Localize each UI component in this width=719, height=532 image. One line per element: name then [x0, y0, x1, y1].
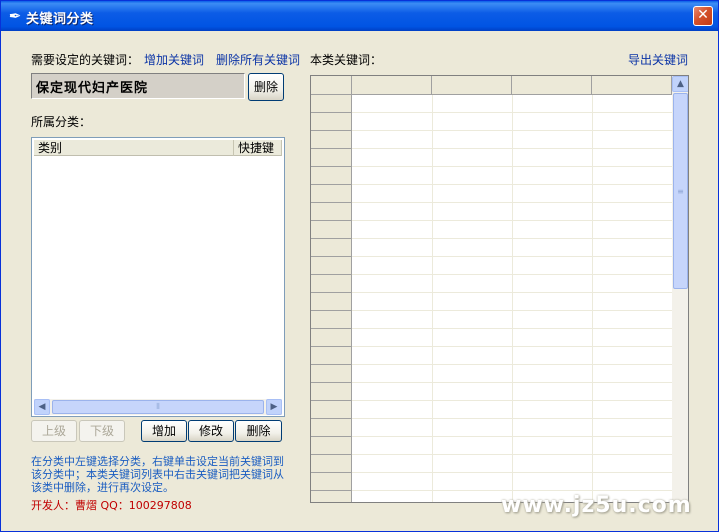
- category-label: 所属分类：: [31, 115, 92, 129]
- grid-corner-header: [311, 76, 352, 95]
- grid-row-header[interactable]: [311, 401, 352, 419]
- current-keyword-field[interactable]: 保定现代妇产医院: [31, 73, 245, 99]
- column-header-shortcut[interactable]: 快捷键: [234, 140, 282, 156]
- delete-all-keywords-link[interactable]: 删除所有关键词: [216, 51, 300, 68]
- keyword-label: 需要设定的关键词：: [31, 53, 140, 67]
- pen-nib-icon: ✒: [8, 7, 22, 25]
- scroll-thumb[interactable]: ≡: [673, 93, 688, 289]
- move-up-button[interactable]: 上级: [31, 420, 77, 442]
- grid-row-header[interactable]: [311, 185, 352, 203]
- grid-row-header[interactable]: [311, 203, 352, 221]
- scroll-left-icon[interactable]: ◀: [34, 399, 50, 415]
- grid-row-header[interactable]: [311, 167, 352, 185]
- grid-row-header[interactable]: [311, 95, 352, 113]
- grid-row-header[interactable]: [311, 113, 352, 131]
- grid-column-line: [512, 95, 513, 502]
- grid-row-header[interactable]: [311, 293, 352, 311]
- grid-column-line: [592, 95, 593, 502]
- export-keywords-link[interactable]: 导出关键词: [628, 51, 688, 68]
- developer-info: 开发人：曹熠 QQ：100297808: [31, 499, 192, 512]
- grid-row-header[interactable]: [311, 275, 352, 293]
- watermark: www.jz5u.com: [501, 493, 692, 518]
- grid-row-header[interactable]: [311, 257, 352, 275]
- move-down-button[interactable]: 下级: [79, 420, 125, 442]
- scroll-right-icon[interactable]: ▶: [266, 399, 282, 415]
- grid-row-header[interactable]: [311, 347, 352, 365]
- grid-column-header[interactable]: [432, 76, 512, 95]
- scroll-thumb[interactable]: ⦀: [52, 400, 264, 414]
- edit-category-button[interactable]: 修改: [188, 420, 234, 442]
- grid-row-header[interactable]: [311, 455, 352, 473]
- column-header-category[interactable]: 类别: [34, 140, 234, 156]
- grid-row-header[interactable]: [311, 131, 352, 149]
- grid-row-header[interactable]: [311, 221, 352, 239]
- grid-row-header[interactable]: [311, 437, 352, 455]
- vertical-scrollbar[interactable]: ▲ ≡: [672, 76, 688, 502]
- close-button[interactable]: ✕: [693, 6, 713, 26]
- delete-keyword-button[interactable]: 删除: [248, 73, 284, 101]
- grid-row-header[interactable]: [311, 149, 352, 167]
- grid-row-header[interactable]: [311, 419, 352, 437]
- title-bar[interactable]: ✒ 关键词分类 ✕: [1, 1, 718, 31]
- keywords-grid[interactable]: ▲ ≡: [310, 75, 689, 503]
- category-keywords-label: 本类关键词：: [310, 53, 383, 67]
- add-category-button[interactable]: 增加: [141, 420, 187, 442]
- grid-row-header[interactable]: [311, 329, 352, 347]
- delete-category-button[interactable]: 删除: [235, 420, 282, 442]
- grid-row-header[interactable]: [311, 239, 352, 257]
- grid-column-header[interactable]: [352, 76, 432, 95]
- grid-column-header[interactable]: [592, 76, 672, 95]
- scroll-up-icon[interactable]: ▲: [672, 76, 688, 92]
- grid-row-header[interactable]: [311, 311, 352, 329]
- grid-row-header[interactable]: [311, 473, 352, 491]
- usage-hint: 在分类中左键选择分类，右键单击设定当前关键词到该分类中；本类关键词列表中右击关键…: [31, 455, 284, 494]
- category-list-header: 类别 快捷键: [34, 140, 282, 156]
- keyword-category-window: ✒ 关键词分类 ✕ 需要设定的关键词： 增加关键词 删除所有关键词 保定现代妇产…: [0, 0, 719, 532]
- grid-row-header[interactable]: [311, 383, 352, 401]
- grid-column-line: [432, 95, 433, 502]
- window-title: 关键词分类: [26, 12, 94, 27]
- category-list[interactable]: 类别 快捷键 ◀ ⦀ ▶: [31, 137, 285, 417]
- grid-row-header[interactable]: [311, 491, 352, 502]
- grid-column-header[interactable]: [512, 76, 592, 95]
- grid-row-header[interactable]: [311, 365, 352, 383]
- add-keyword-link[interactable]: 增加关键词: [144, 51, 204, 68]
- horizontal-scrollbar[interactable]: ◀ ⦀ ▶: [34, 399, 282, 415]
